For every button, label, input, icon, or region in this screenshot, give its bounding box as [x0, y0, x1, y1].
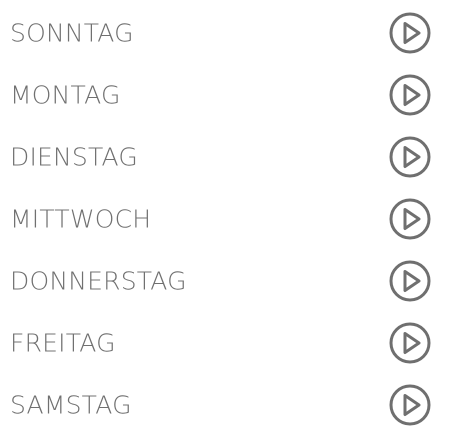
play-circle-icon	[389, 12, 431, 54]
play-circle-icon	[389, 74, 431, 116]
play-button[interactable]	[388, 73, 432, 117]
day-label: MITTWOCH	[10, 204, 152, 234]
day-list: SONNTAG MONTAG DIENSTAG MITTWOCH DONNERS…	[0, 0, 456, 436]
day-label: SONNTAG	[10, 18, 134, 48]
play-circle-icon	[389, 322, 431, 364]
day-row-montag[interactable]: MONTAG	[0, 64, 456, 126]
day-label: FREITAG	[10, 328, 116, 358]
play-button[interactable]	[388, 383, 432, 427]
day-row-samstag[interactable]: SAMSTAG	[0, 374, 456, 436]
play-button[interactable]	[388, 197, 432, 241]
day-row-mittwoch[interactable]: MITTWOCH	[0, 188, 456, 250]
day-row-dienstag[interactable]: DIENSTAG	[0, 126, 456, 188]
play-circle-icon	[389, 136, 431, 178]
play-circle-icon	[389, 198, 431, 240]
play-button[interactable]	[388, 11, 432, 55]
day-label: SAMSTAG	[10, 390, 132, 420]
day-row-donnerstag[interactable]: DONNERSTAG	[0, 250, 456, 312]
day-label: DONNERSTAG	[10, 266, 187, 296]
play-button[interactable]	[388, 259, 432, 303]
day-row-freitag[interactable]: FREITAG	[0, 312, 456, 374]
day-row-sonntag[interactable]: SONNTAG	[0, 2, 456, 64]
play-circle-icon	[389, 384, 431, 426]
play-button[interactable]	[388, 321, 432, 365]
play-button[interactable]	[388, 135, 432, 179]
play-circle-icon	[389, 260, 431, 302]
day-label: MONTAG	[10, 80, 121, 110]
day-label: DIENSTAG	[10, 142, 138, 172]
